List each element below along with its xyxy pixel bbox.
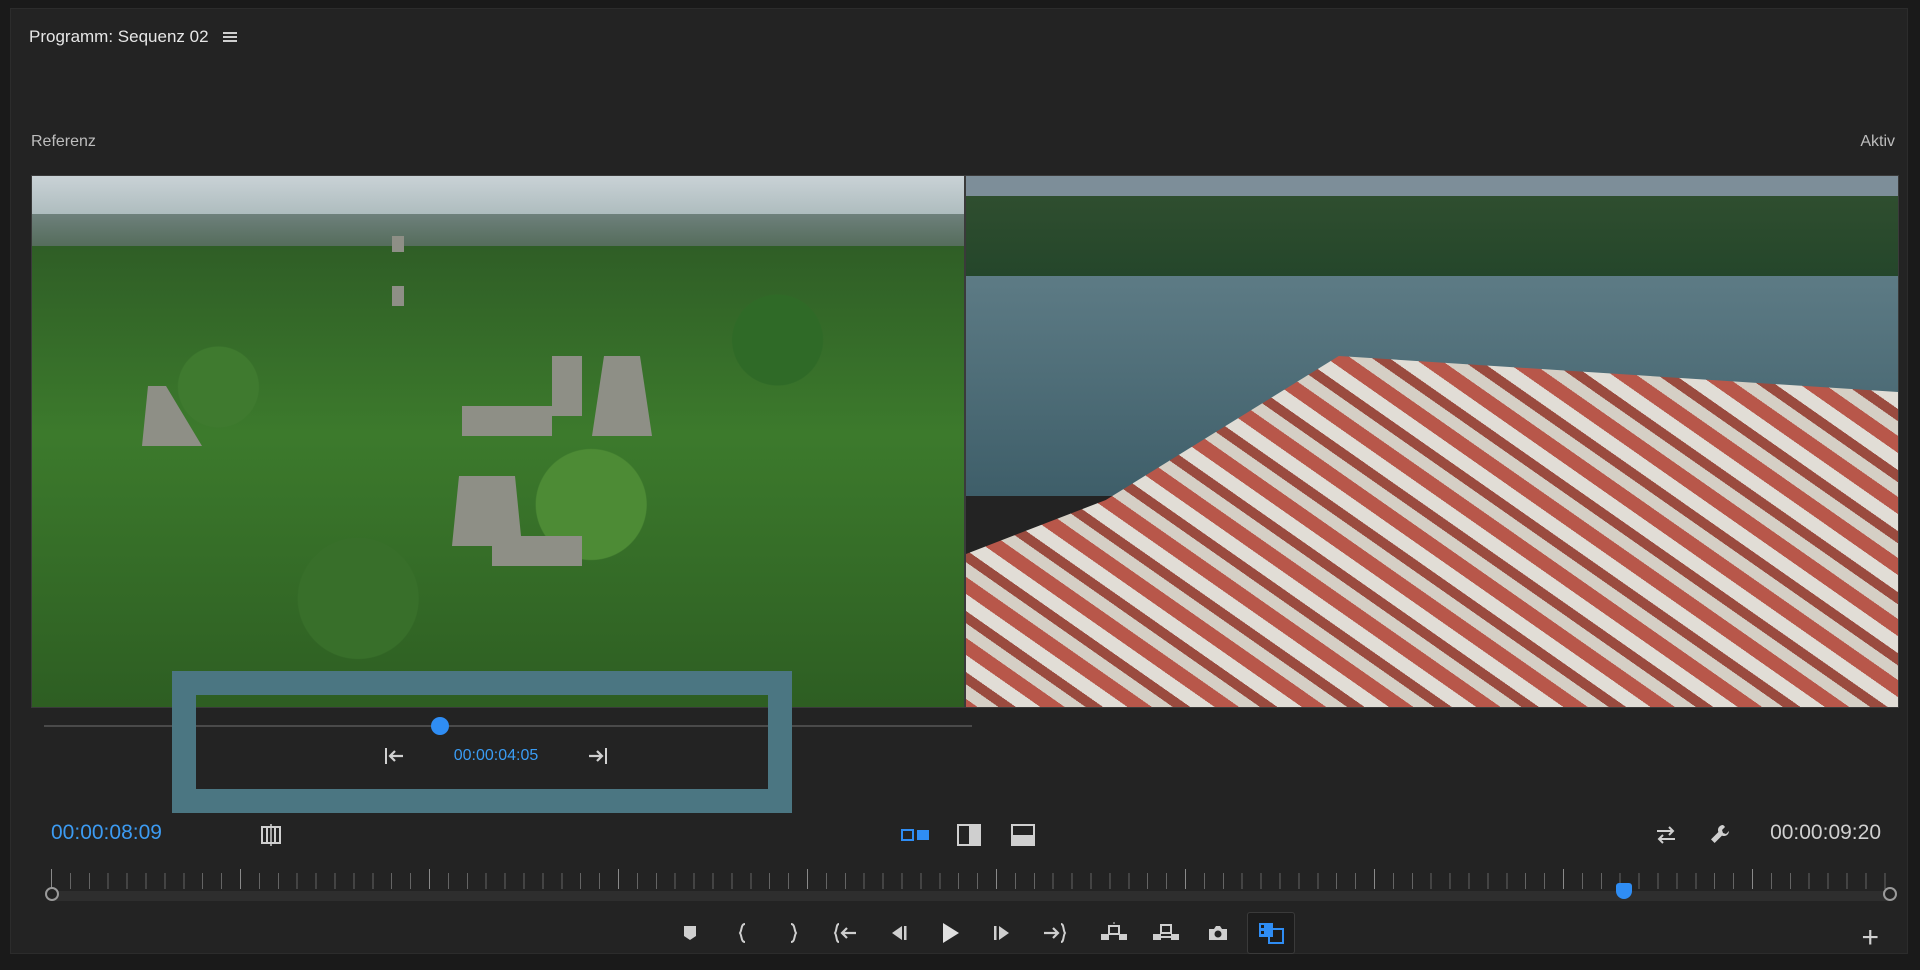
wrench-settings-icon[interactable]: [1705, 819, 1735, 849]
current-timecode[interactable]: 00:00:08:09: [51, 821, 162, 845]
reference-scrub-handle[interactable]: [431, 717, 449, 735]
add-button-icon[interactable]: +: [1861, 923, 1879, 953]
transport-controls: [667, 911, 1295, 955]
reference-frame: [31, 175, 965, 708]
mark-out-icon[interactable]: [771, 913, 817, 953]
zoom-scroll-bar[interactable]: [51, 891, 1891, 901]
panel-header: Programm: Sequenz 02: [29, 17, 237, 57]
trim-timecode: 00:00:04:05: [453, 747, 539, 764]
zoom-handle-start[interactable]: [45, 887, 59, 901]
step-back-icon[interactable]: [875, 913, 921, 953]
extract-icon[interactable]: [1143, 913, 1189, 953]
go-to-in-icon[interactable]: [381, 742, 409, 770]
panel-title: Programm: Sequenz 02: [29, 27, 209, 46]
timeline-ruler[interactable]: [41, 869, 1901, 901]
active-frame: [965, 175, 1899, 708]
ruler-major-ticks: [51, 869, 1891, 889]
trim-controls: 00:00:04:05: [381, 741, 611, 771]
add-marker-icon[interactable]: [667, 913, 713, 953]
go-to-in-point-icon[interactable]: [823, 913, 869, 953]
hamburger-menu-icon[interactable]: [222, 31, 237, 43]
side-by-side-view-icon[interactable]: [899, 821, 933, 849]
play-icon[interactable]: [927, 913, 973, 953]
mark-in-icon[interactable]: [719, 913, 765, 953]
horizontal-split-view-icon[interactable]: [1007, 821, 1039, 849]
film-frame-icon[interactable]: [257, 821, 285, 849]
reference-label: Referenz: [31, 133, 96, 150]
program-monitor-panel: Programm: Sequenz 02 Referenz Aktiv 00:0…: [10, 8, 1908, 954]
vertical-split-view-icon[interactable]: [953, 821, 985, 849]
playhead[interactable]: [1616, 883, 1632, 899]
go-to-out-icon[interactable]: [583, 742, 611, 770]
duration-timecode: 00:00:09:20: [1770, 821, 1881, 844]
zoom-handle-end[interactable]: [1883, 887, 1897, 901]
lift-icon[interactable]: [1091, 913, 1137, 953]
go-to-out-point-icon[interactable]: [1031, 913, 1077, 953]
export-frame-icon[interactable]: [1195, 913, 1241, 953]
swap-sides-icon[interactable]: [1651, 821, 1681, 849]
active-label: Aktiv: [1860, 133, 1895, 150]
comparison-view-icon[interactable]: [1247, 912, 1295, 954]
step-forward-icon[interactable]: [979, 913, 1025, 953]
